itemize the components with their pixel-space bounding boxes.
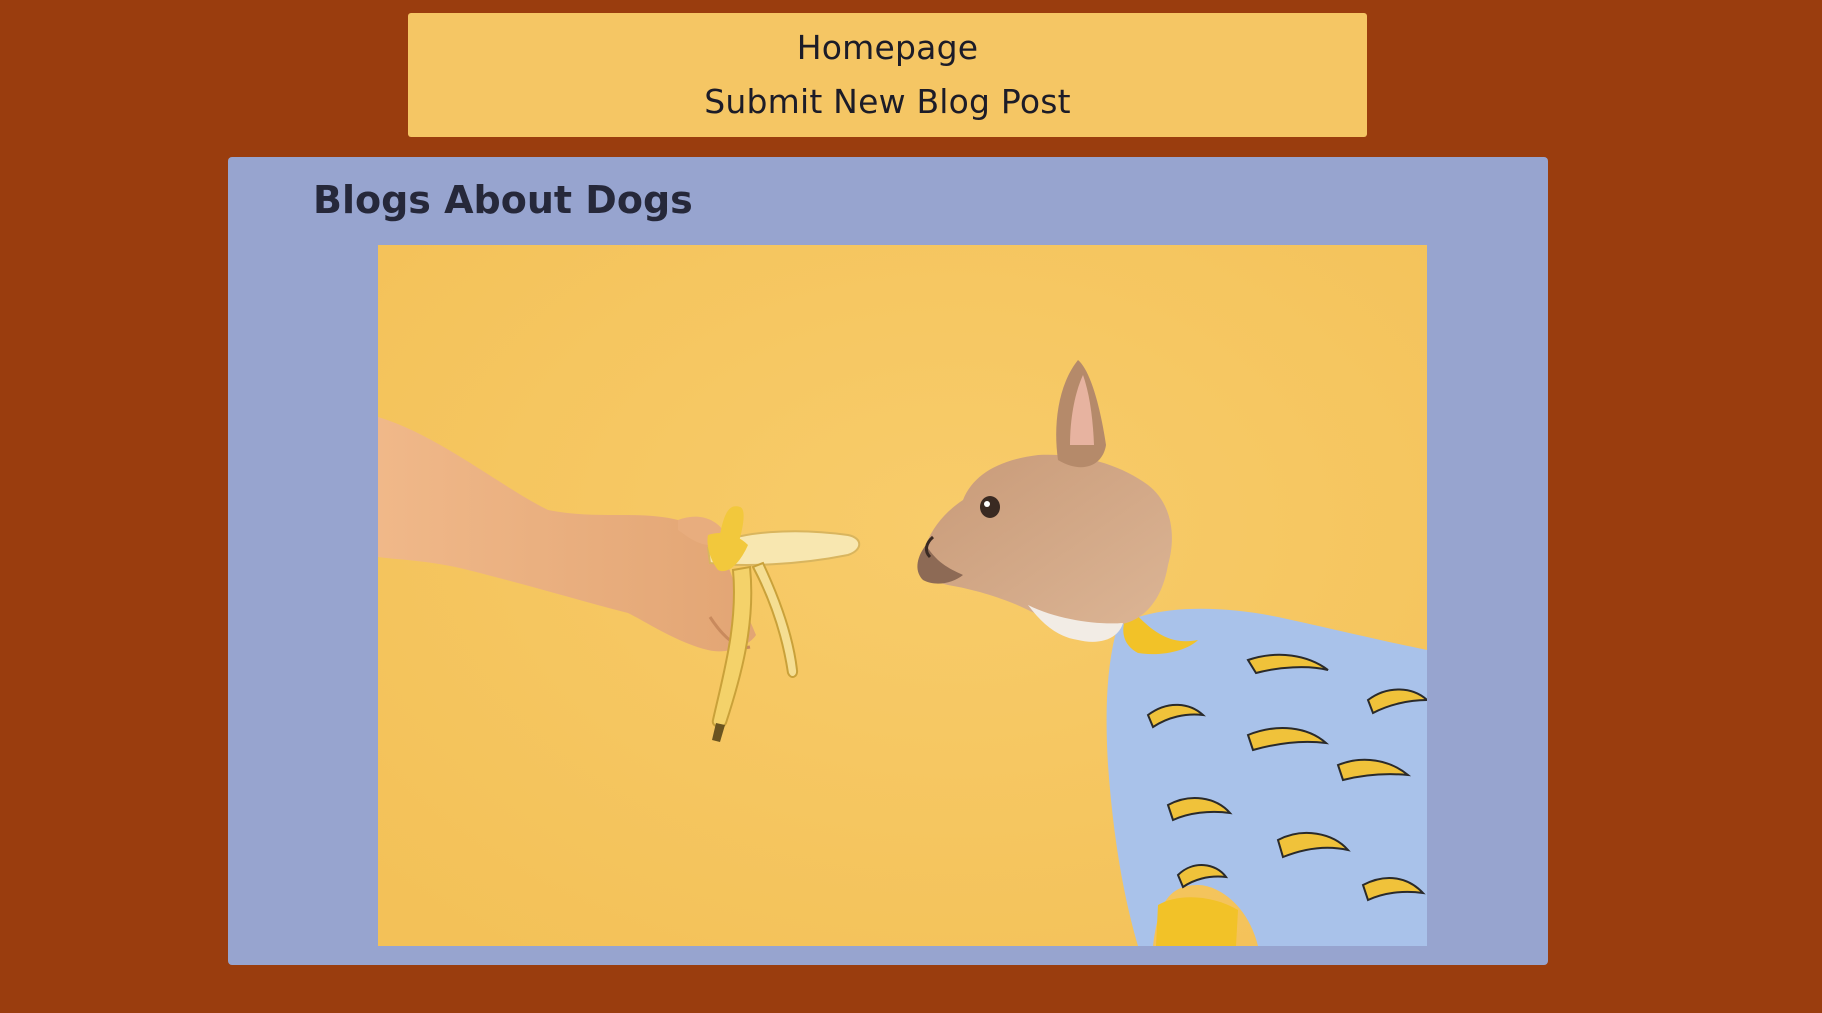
blog-card: Blogs About Dogs	[228, 157, 1548, 965]
homepage-link[interactable]: Homepage	[797, 26, 978, 70]
dog-banana-photo	[378, 245, 1427, 946]
page-title: Blogs About Dogs	[313, 178, 693, 222]
dog-banana-illustration	[378, 245, 1427, 946]
submit-new-blog-post-link[interactable]: Submit New Blog Post	[704, 80, 1071, 124]
top-nav: Homepage Submit New Blog Post	[408, 13, 1367, 137]
